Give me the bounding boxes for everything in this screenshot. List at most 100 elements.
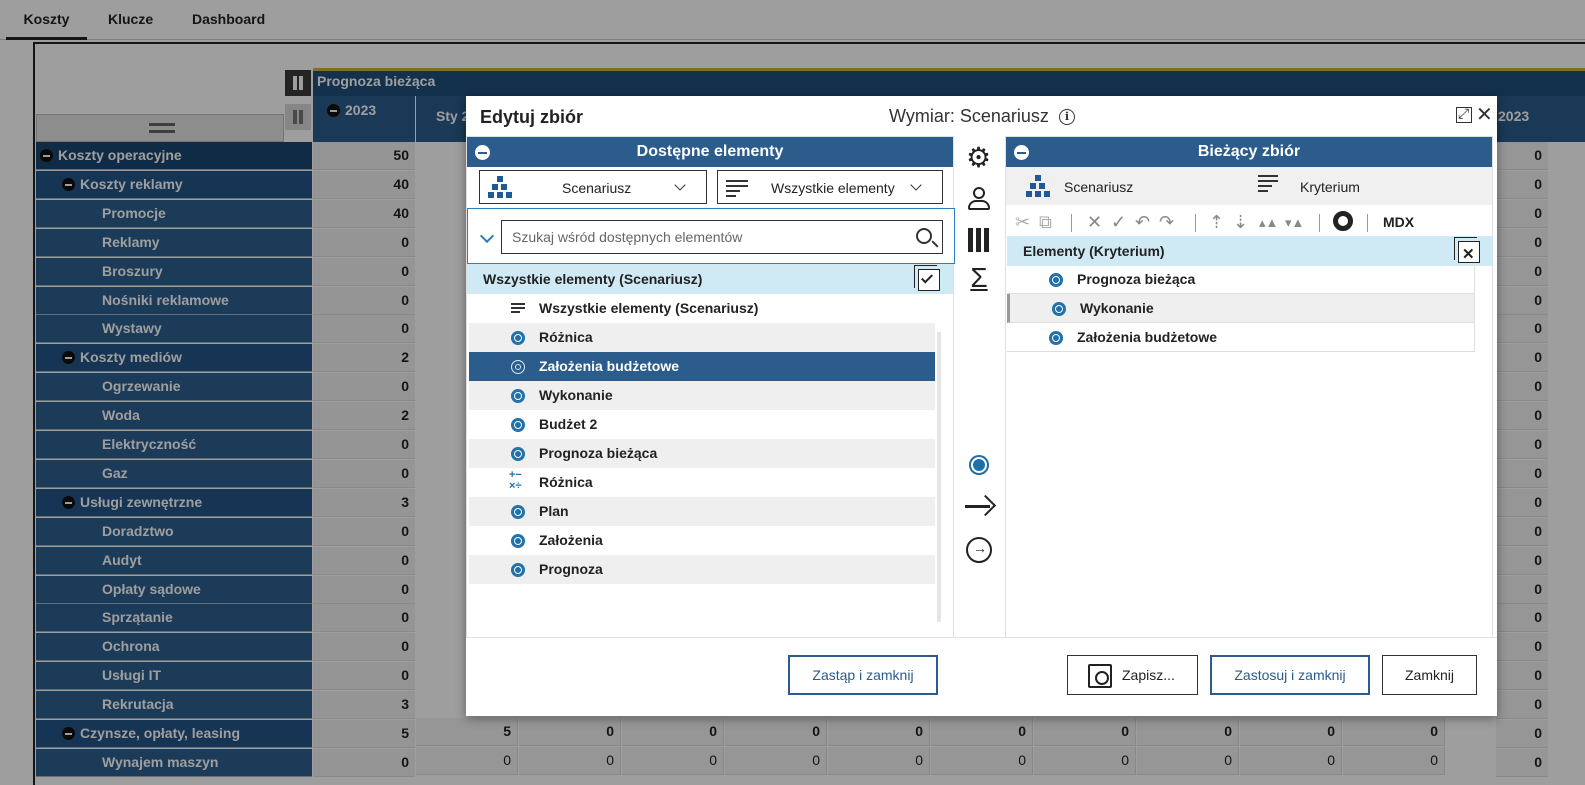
available-group-header[interactable]: Wszystkie elementy (Scenariusz) <box>467 264 953 294</box>
search-input[interactable]: Szukaj wśród dostępnych elementów <box>501 220 943 254</box>
member-icon <box>1049 331 1063 345</box>
filter-list-icon <box>726 180 750 198</box>
filter-dropdown[interactable]: Wszystkie elementy <box>717 170 943 204</box>
delete-icon[interactable]: ✕ <box>1087 212 1102 233</box>
chevron-down-icon[interactable] <box>479 228 495 244</box>
available-elements-panel: Dostępne elementy Scenariusz Wszystkie e… <box>466 136 955 638</box>
target-icon[interactable] <box>1333 211 1353 231</box>
member-icon <box>1049 273 1063 287</box>
scrollbar[interactable] <box>937 332 941 622</box>
current-item-label: Prognoza bieżąca <box>1077 271 1196 287</box>
columns-icon[interactable] <box>964 226 994 256</box>
save-button-label: Zapisz... <box>1122 667 1175 683</box>
sigma-icon[interactable]: Σ <box>964 264 994 294</box>
available-item-label: Budżet 2 <box>539 416 598 432</box>
current-list-item[interactable]: Wykonanie <box>1007 294 1475 323</box>
available-item-label: Wszystkie elementy (Scenariusz) <box>539 300 759 316</box>
calculation-icon: +− ×÷ <box>509 469 522 492</box>
available-list-item[interactable]: Wykonanie <box>469 381 935 410</box>
member-icon <box>511 447 525 461</box>
chevron-down-icon <box>910 179 922 191</box>
hierarchy-dropdown[interactable]: Scenariusz <box>479 170 707 204</box>
close-button[interactable]: Zamknij <box>1382 655 1477 695</box>
select-all-icon[interactable] <box>914 265 940 291</box>
member-icon <box>511 360 525 374</box>
current-set-toolbar: ✂ ⧉ ✕ ✓ ↶ ↷ ⇡ ⇣ ▴▲ ▾▲ MDX <box>1005 210 1493 236</box>
available-list-item[interactable]: Prognoza bieżąca <box>469 439 935 468</box>
available-list-item[interactable]: Budżet 2 <box>469 410 935 439</box>
sort-descending-icon[interactable]: ⇣ <box>1233 212 1248 233</box>
available-item-label: Różnica <box>539 329 593 345</box>
edit-set-dialog: Edytuj zbiór Wymiar: Scenariusz i ✕ Dost… <box>466 96 1497 716</box>
expand-icon[interactable] <box>1456 105 1472 123</box>
available-item-label: Wykonanie <box>539 387 613 403</box>
copy-icon[interactable]: ⧉ <box>1039 212 1052 233</box>
member-icon <box>511 418 525 432</box>
current-hierarchy-label: Scenariusz <box>1064 179 1134 195</box>
current-group-header[interactable]: Elementy (Kryterium) ✕ <box>1007 236 1493 266</box>
info-icon[interactable]: i <box>1059 109 1075 125</box>
available-item-label: Plan <box>539 503 569 519</box>
member-icon <box>511 389 525 403</box>
member-icon <box>511 331 525 345</box>
apply-and-close-button[interactable]: Zastosuj i zamknij <box>1210 655 1370 695</box>
available-list-item[interactable]: Różnica <box>469 323 935 352</box>
available-item-label: Założenia budżetowe <box>539 358 680 374</box>
save-button[interactable]: Zapisz... <box>1067 655 1198 695</box>
current-set-header: Bieżący zbiór <box>1006 137 1492 167</box>
user-icon[interactable] <box>964 185 994 215</box>
member-icon <box>1052 302 1066 316</box>
current-set-info-bar: Scenariusz Kryterium <box>1006 167 1492 205</box>
clear-selection-icon[interactable]: ✕ <box>1454 237 1480 263</box>
member-icon <box>511 563 525 577</box>
collapse-icon[interactable] <box>1014 145 1029 160</box>
available-list-item[interactable]: Wszystkie elementy (Scenariusz) <box>469 294 935 323</box>
criteria-icon <box>1258 175 1282 195</box>
dialog-title: Edytuj zbiór <box>480 107 583 127</box>
current-item-label: Założenia budżetowe <box>1077 329 1218 345</box>
hierarchy-icon <box>1026 175 1050 197</box>
available-elements-title: Dostępne elementy <box>636 143 784 160</box>
available-group-label: Wszystkie elementy (Scenariusz) <box>483 271 703 287</box>
current-list-item[interactable]: Założenia budżetowe <box>1007 323 1475 352</box>
replace-icon[interactable] <box>966 537 992 563</box>
search-area: Szukaj wśród dostępnych elementów <box>467 208 955 264</box>
save-icon <box>1088 664 1112 688</box>
arrow-right-icon[interactable] <box>965 494 993 518</box>
current-item-label: Wykonanie <box>1080 300 1154 316</box>
available-list-item[interactable]: Prognoza <box>469 555 935 584</box>
redo-icon[interactable]: ↷ <box>1159 212 1174 233</box>
criteria-label: Kryterium <box>1300 179 1360 195</box>
available-item-label: Prognoza <box>539 561 603 577</box>
hierarchy-icon <box>488 176 512 198</box>
close-icon[interactable]: ✕ <box>1476 102 1493 127</box>
undo-icon[interactable]: ↶ <box>1135 212 1150 233</box>
available-list-item[interactable]: Plan <box>469 497 935 526</box>
available-item-label: Różnica <box>539 474 593 490</box>
current-group-label: Elementy (Kryterium) <box>1023 243 1165 259</box>
gear-icon[interactable]: ⚙ <box>966 144 996 174</box>
hierarchy-dropdown-value: Scenariusz <box>562 180 632 196</box>
chevron-down-icon <box>674 179 686 191</box>
sort-ascending-icon[interactable]: ⇡ <box>1209 212 1224 233</box>
mdx-button[interactable]: MDX <box>1383 214 1414 230</box>
check-icon[interactable]: ✓ <box>1111 212 1126 233</box>
dimension-label: Wymiar: Scenariusz <box>889 106 1049 126</box>
replace-and-close-button[interactable]: Zastąp i zamknij <box>788 655 938 695</box>
filter-list-icon <box>511 303 525 315</box>
available-list-item[interactable]: +− ×÷ Różnica <box>469 468 935 497</box>
cut-icon[interactable]: ✂ <box>1015 212 1030 233</box>
available-list-item[interactable]: Założenia budżetowe <box>469 352 935 381</box>
filter-dropdown-value: Wszystkie elementy <box>771 180 895 196</box>
hierarchy-sort-down-icon[interactable]: ▾▲ <box>1285 215 1304 231</box>
search-icon[interactable] <box>916 228 932 244</box>
hierarchy-sort-up-icon[interactable]: ▴▲ <box>1259 215 1278 231</box>
member-icon[interactable] <box>969 455 989 475</box>
current-set-title: Bieżący zbiór <box>1197 143 1301 160</box>
current-list-item[interactable]: Prognoza bieżąca <box>1007 265 1475 294</box>
available-list-item[interactable]: Założenia <box>469 526 935 555</box>
member-icon <box>511 505 525 519</box>
member-icon <box>511 534 525 548</box>
available-elements-header: Dostępne elementy <box>467 137 953 167</box>
collapse-icon[interactable] <box>475 145 490 160</box>
